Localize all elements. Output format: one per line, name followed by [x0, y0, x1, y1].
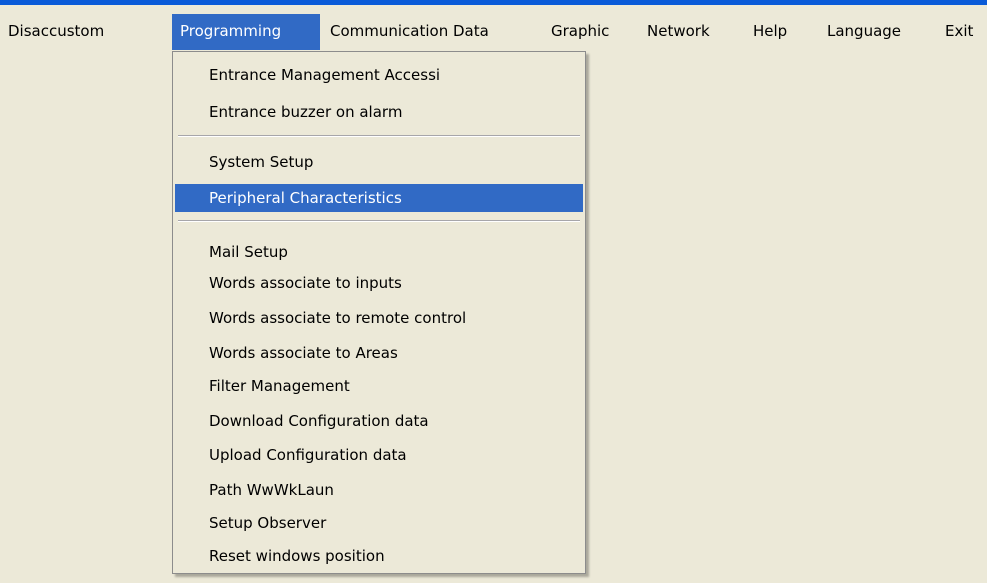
programming-dropdown-menu: Entrance Management Accessi Entrance buz…	[172, 51, 586, 574]
menu-item-mail-setup[interactable]: Mail Setup	[175, 238, 583, 266]
menu-separator	[178, 220, 580, 222]
menu-item-system-setup[interactable]: System Setup	[175, 148, 583, 176]
menu-item-words-areas[interactable]: Words associate to Areas	[175, 339, 583, 367]
menu-item-download-configuration[interactable]: Download Configuration data	[175, 407, 583, 435]
menu-bar: Disaccustom Programming Communication Da…	[0, 5, 987, 51]
menu-language[interactable]: Language	[824, 14, 932, 50]
menu-item-setup-observer[interactable]: Setup Observer	[175, 509, 583, 537]
menu-network[interactable]: Network	[644, 14, 742, 50]
menu-item-path-wwwklaun[interactable]: Path WwWkLaun	[175, 476, 583, 504]
menu-item-upload-configuration[interactable]: Upload Configuration data	[175, 441, 583, 469]
menu-item-words-inputs[interactable]: Words associate to inputs	[175, 269, 583, 297]
menu-disaccustom[interactable]: Disaccustom	[0, 14, 170, 50]
menu-graphic[interactable]: Graphic	[548, 14, 640, 50]
menu-item-entrance-buzzer[interactable]: Entrance buzzer on alarm	[175, 98, 583, 126]
menu-item-words-remote-control[interactable]: Words associate to remote control	[175, 304, 583, 332]
menu-item-reset-windows-position[interactable]: Reset windows position	[175, 542, 583, 570]
menu-separator	[178, 135, 580, 137]
menu-item-peripheral-characteristics[interactable]: Peripheral Characteristics	[175, 184, 583, 212]
menu-item-filter-management[interactable]: Filter Management	[175, 372, 583, 400]
menu-exit[interactable]: Exit	[942, 14, 987, 50]
menu-programming[interactable]: Programming	[172, 14, 320, 50]
menu-communication-data[interactable]: Communication Data	[326, 14, 544, 50]
menu-item-entrance-management[interactable]: Entrance Management Accessi	[175, 61, 583, 89]
menu-help[interactable]: Help	[750, 14, 812, 50]
